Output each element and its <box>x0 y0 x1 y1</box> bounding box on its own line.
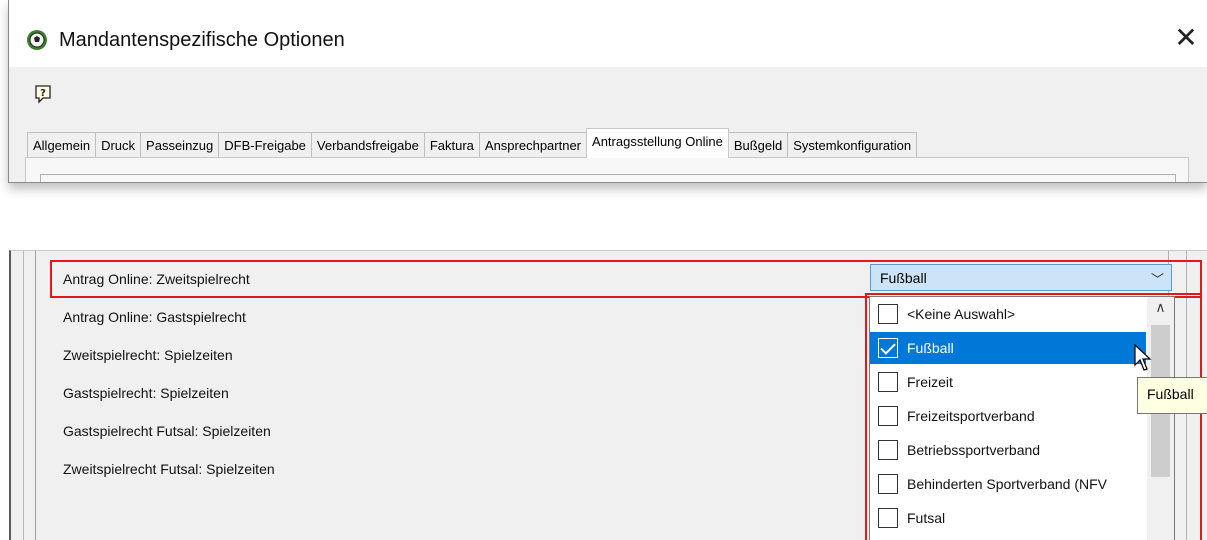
tab-systemkonfiguration[interactable]: Systemkonfiguration <box>787 132 918 158</box>
help-icon[interactable]: ? <box>34 84 52 104</box>
tab-allgemein[interactable]: Allgemein <box>27 132 97 158</box>
toolbar: ? <box>9 67 1207 127</box>
tab-antragsstellung-online[interactable]: Antragsstellung Online <box>586 128 729 158</box>
tab-bussgeld[interactable]: Bußgeld <box>727 132 789 158</box>
option-label-gastspielrecht-spielzeiten: Gastspielrecht: Spielzeiten <box>63 385 229 401</box>
close-button[interactable]: ✕ <box>1171 24 1201 54</box>
tab-druck[interactable]: Druck <box>95 132 142 158</box>
window-title: Mandantenspezifische Optionen <box>59 29 345 51</box>
close-icon: ✕ <box>1174 22 1198 53</box>
tab-dfb-freigabe[interactable]: DFB-Freigabe <box>218 132 312 158</box>
mouse-cursor-icon <box>1134 343 1152 371</box>
tab-strip: Allgemein Druck Passeinzug DFB-Freigabe … <box>27 128 918 158</box>
tab-faktura[interactable]: Faktura <box>423 132 480 158</box>
option-label-zweitspielrecht-spielzeiten: Zweitspielrecht: Spielzeiten <box>63 347 233 363</box>
tooltip: Fußball <box>1137 377 1207 414</box>
title-bar: Mandantenspezifische Optionen ✕ <box>9 0 1207 67</box>
options-panel-zoom: Antrag Online: Zweitspielrecht Antrag On… <box>9 250 1207 540</box>
option-label-zweitspielrecht-futsal: Zweitspielrecht Futsal: Spielzeiten <box>63 461 275 477</box>
tab-verbandsfreigabe[interactable]: Verbandsfreigabe <box>310 132 425 158</box>
frame-divider <box>23 251 24 540</box>
option-label-gastspielrecht: Antrag Online: Gastspielrecht <box>63 309 246 325</box>
tab-panel <box>25 157 1189 182</box>
tab-passeinzug[interactable]: Passeinzug <box>140 132 220 158</box>
svg-text:?: ? <box>40 88 46 99</box>
options-window: Mandantenspezifische Optionen ✕ ? Allgem… <box>8 0 1207 183</box>
option-label-gastspielrecht-futsal: Gastspielrecht Futsal: Spielzeiten <box>63 423 271 439</box>
soccer-ball-icon <box>27 30 47 50</box>
tab-panel-frame <box>40 174 1176 182</box>
tab-ansprechpartner[interactable]: Ansprechpartner <box>478 132 588 158</box>
highlight-box-dropdown <box>865 293 1202 540</box>
